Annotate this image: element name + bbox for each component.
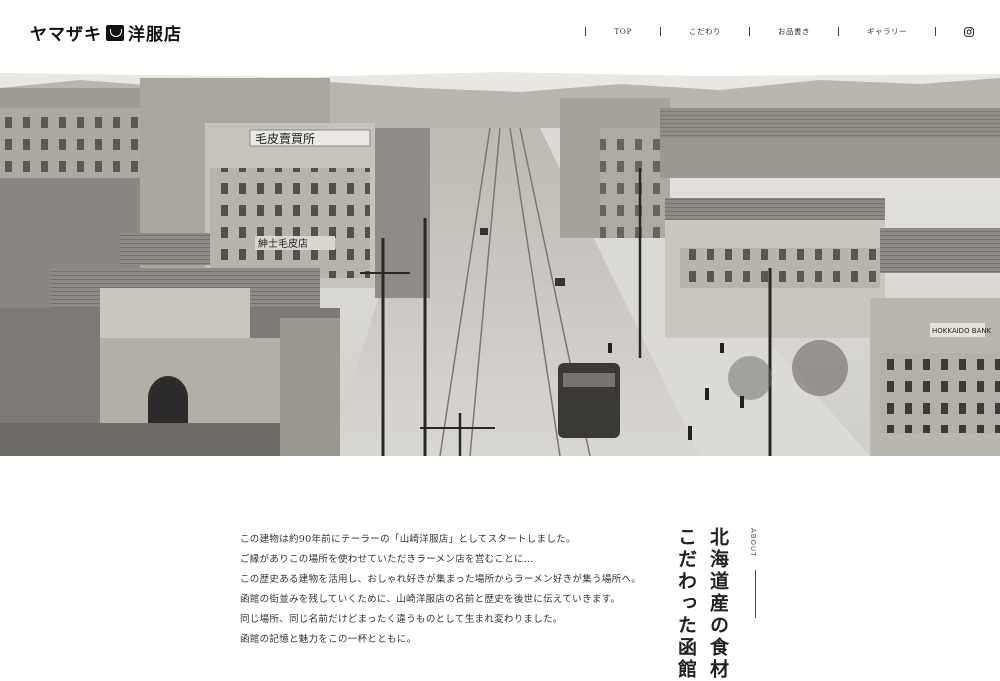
- sign-fur-trade: 毛皮賣買所: [255, 131, 315, 146]
- about-heading-line-2: こだわった函館: [675, 527, 697, 681]
- site-header: ヤマザキ 洋服店 TOP こだわり お品書き ギャラリー: [0, 0, 1000, 68]
- sign-bank: HOKKAIDO BANK: [932, 327, 992, 335]
- about-paragraph: ご縁がありこの場所を使わせていただきラーメン店を営むことに…: [240, 554, 534, 565]
- about-paragraph: この建物は約90年前にテーラーの「山崎洋服店」としてスタートしました。: [240, 534, 576, 545]
- nav-divider: [585, 27, 587, 36]
- site-logo[interactable]: ヤマザキ 洋服店: [30, 20, 182, 45]
- about-paragraph: 函館の街並みを残していくために、山崎洋服店の名前と歴史を後世に伝えていきます。: [240, 594, 621, 605]
- sign-gentleman-fur: 紳士毛皮店: [258, 237, 308, 250]
- instagram-icon[interactable]: [964, 26, 974, 37]
- about-label: ABOUT: [749, 528, 757, 558]
- about-paragraph: 同じ場所、同じ名前だけどまったく違うものとして生まれ変わりました。: [240, 614, 563, 625]
- main-nav: TOP こだわり お品書き ギャラリー: [579, 26, 974, 37]
- logo-text-left: ヤマザキ: [30, 25, 102, 45]
- about-heading-line-1: 北海道産の食材: [707, 527, 729, 681]
- logo-text-right: 洋服店: [128, 25, 182, 45]
- nav-divider: [660, 27, 661, 36]
- nav-item-kodawari[interactable]: こだわり: [667, 26, 743, 37]
- nav-divider: [935, 27, 936, 36]
- logo-emblem-icon: [106, 24, 124, 41]
- nav-item-top[interactable]: TOP: [592, 27, 654, 36]
- nav-divider: [749, 27, 750, 36]
- about-paragraph: 函館の記憶と魅力をこの一杯とともに。: [240, 634, 417, 645]
- nav-item-menu[interactable]: お品書き: [756, 26, 832, 37]
- hero-historic-street-photo: 毛皮賣買所 紳士毛皮店 HOKKAIDO BANK: [0, 68, 1000, 456]
- street-photo-illustration: 毛皮賣買所 紳士毛皮店 HOKKAIDO BANK: [0, 68, 1000, 456]
- nav-item-gallery[interactable]: ギャラリー: [845, 26, 929, 37]
- about-paragraph: この歴史ある建物を活用し、おしゃれ好きが集まった場所からラーメン好きが集う場所へ…: [240, 574, 642, 585]
- about-paragraphs: この建物は約90年前にテーラーの「山崎洋服店」としてスタートしました。 ご縁があ…: [240, 530, 641, 650]
- about-divider: [755, 570, 756, 618]
- nav-divider: [838, 27, 839, 36]
